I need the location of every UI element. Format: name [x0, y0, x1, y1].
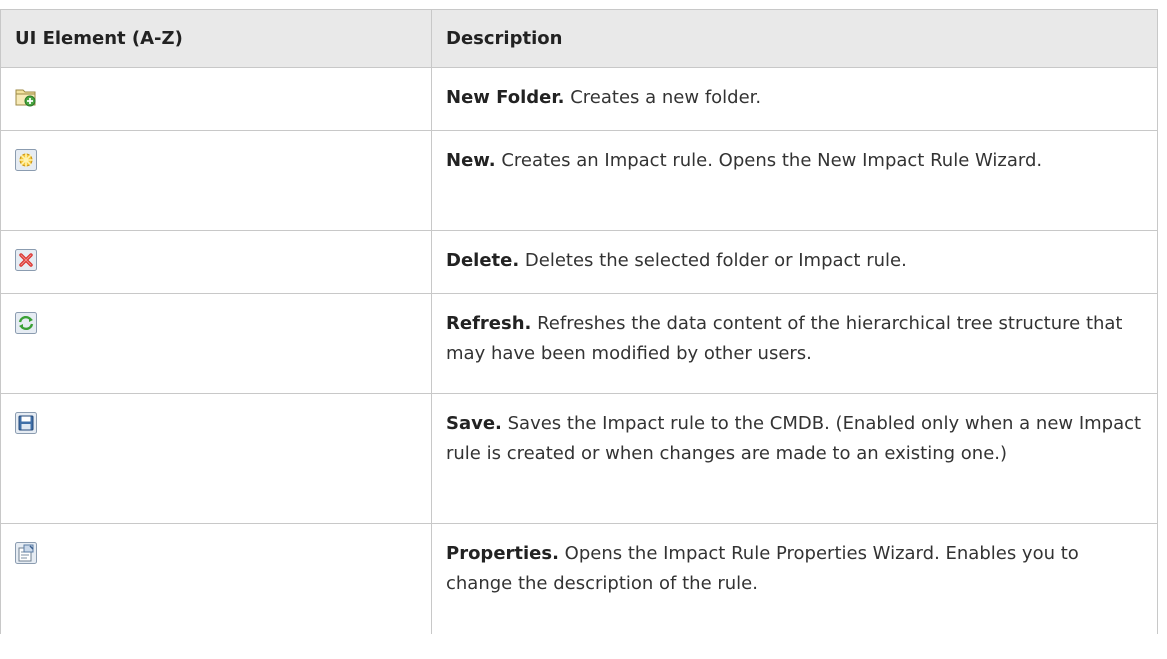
- table-row: Save. Saves the Impact rule to the CMDB.…: [0, 393, 1158, 524]
- description-text: Deletes the selected folder or Impact ru…: [519, 250, 907, 271]
- table-header-row: UI Element (A-Z) Description: [0, 9, 1158, 68]
- delete-icon: [15, 249, 37, 271]
- ui-element-cell: [0, 293, 432, 394]
- description-cell: Refresh. Refreshes the data content of t…: [431, 293, 1158, 394]
- term-label: New Folder.: [446, 87, 565, 108]
- description-cell: Save. Saves the Impact rule to the CMDB.…: [431, 393, 1158, 524]
- table-row: Properties. Opens the Impact Rule Proper…: [0, 523, 1158, 634]
- header-description: Description: [431, 9, 1158, 68]
- table-row: New. Creates an Impact rule. Opens the N…: [0, 130, 1158, 231]
- description-text: Saves the Impact rule to the CMDB. (Enab…: [446, 413, 1142, 464]
- new-icon: [15, 149, 37, 171]
- header-ui-element: UI Element (A-Z): [0, 9, 432, 68]
- refresh-icon: [15, 312, 37, 334]
- ui-element-cell: [0, 523, 432, 634]
- save-icon: [15, 412, 37, 434]
- description-text: Creates a new folder.: [564, 87, 762, 108]
- table-row: Delete. Deletes the selected folder or I…: [0, 230, 1158, 294]
- ui-element-cell: [0, 393, 432, 524]
- description-cell: New. Creates an Impact rule. Opens the N…: [431, 130, 1158, 231]
- ui-element-cell: [0, 67, 432, 131]
- ui-element-cell: [0, 230, 432, 294]
- description-cell: Delete. Deletes the selected folder or I…: [431, 230, 1158, 294]
- ui-element-cell: [0, 130, 432, 231]
- term-label: Properties.: [446, 543, 559, 564]
- properties-icon: [15, 542, 37, 564]
- term-label: New.: [446, 150, 496, 171]
- description-text: Refreshes the data content of the hierar…: [446, 313, 1123, 364]
- table-row: New Folder. Creates a new folder.: [0, 67, 1158, 131]
- term-label: Save.: [446, 413, 502, 434]
- ui-elements-table: UI Element (A-Z) Description New Folder.…: [0, 9, 1158, 634]
- term-label: Delete.: [446, 250, 520, 271]
- table-row: Refresh. Refreshes the data content of t…: [0, 293, 1158, 394]
- new-folder-icon: [15, 86, 37, 108]
- description-text: Creates an Impact rule. Opens the New Im…: [495, 150, 1043, 171]
- description-cell: New Folder. Creates a new folder.: [431, 67, 1158, 131]
- term-label: Refresh.: [446, 313, 532, 334]
- description-cell: Properties. Opens the Impact Rule Proper…: [431, 523, 1158, 634]
